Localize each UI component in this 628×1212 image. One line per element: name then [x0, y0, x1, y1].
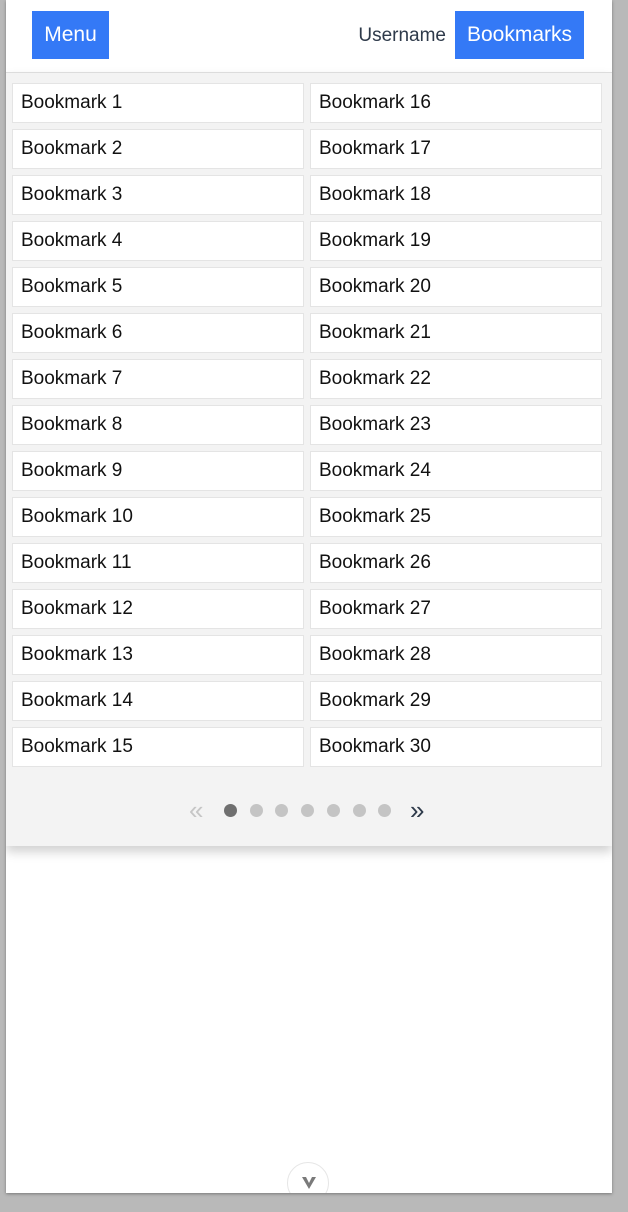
bookmark-item[interactable]: Bookmark 3 [12, 175, 304, 215]
pagination: « » [6, 795, 612, 825]
bookmark-item[interactable]: Bookmark 25 [310, 497, 602, 537]
bookmark-item[interactable]: Bookmark 19 [310, 221, 602, 261]
previous-page-arrow[interactable]: « [189, 795, 203, 825]
bookmark-item[interactable]: Bookmark 21 [310, 313, 602, 353]
bookmark-item[interactable]: Bookmark 23 [310, 405, 602, 445]
bookmark-item[interactable]: Bookmark 15 [12, 727, 304, 767]
top-bar: Menu Username Bookmarks [6, 0, 612, 72]
bookmark-item[interactable]: Bookmark 29 [310, 681, 602, 721]
page-dot[interactable] [224, 804, 237, 817]
app-screen: Menu Username Bookmarks Bookmark 1 Bookma… [6, 0, 612, 1193]
bookmark-item[interactable]: Bookmark 5 [12, 267, 304, 307]
bookmark-item[interactable]: Bookmark 10 [12, 497, 304, 537]
bookmark-item[interactable]: Bookmark 4 [12, 221, 304, 261]
menu-button[interactable]: Menu [32, 11, 109, 59]
page-dot[interactable] [249, 804, 263, 817]
bookmark-item[interactable]: Bookmark 24 [310, 451, 602, 491]
bookmark-item[interactable]: Bookmark 12 [12, 589, 304, 629]
page-dot[interactable] [275, 804, 289, 817]
scroll-down-tab[interactable] [287, 1162, 329, 1193]
bookmark-item[interactable]: Bookmark 6 [12, 313, 304, 353]
bookmark-item[interactable]: Bookmark 2 [12, 129, 304, 169]
bookmark-item[interactable]: Bookmark 7 [12, 359, 304, 399]
next-page-arrow[interactable]: » [410, 795, 424, 825]
bookmark-item[interactable]: Bookmark 26 [310, 543, 602, 583]
bookmark-item[interactable]: Bookmark 20 [310, 267, 602, 307]
page-dot[interactable] [378, 804, 392, 817]
page-dot[interactable] [301, 804, 315, 817]
page-dot[interactable] [326, 804, 340, 817]
bookmark-item[interactable]: Bookmark 17 [310, 129, 602, 169]
username-label[interactable]: Username [346, 24, 446, 48]
bookmark-item[interactable]: Bookmark 9 [12, 451, 304, 491]
bookmark-item[interactable]: Bookmark 16 [310, 83, 602, 123]
bookmarks-button[interactable]: Bookmarks [455, 11, 584, 59]
bookmark-item[interactable]: Bookmark 30 [310, 727, 602, 767]
bookmark-item[interactable]: Bookmark 14 [12, 681, 304, 721]
bookmark-item[interactable]: Bookmark 13 [12, 635, 304, 675]
bookmark-item[interactable]: Bookmark 27 [310, 589, 602, 629]
bookmarks-panel: Bookmark 1 Bookmark 2 Bookmark 3 Bookmark 4… [6, 72, 612, 846]
bookmark-item[interactable]: Bookmark 11 [12, 543, 304, 583]
page-dot[interactable] [352, 804, 366, 817]
bookmark-item[interactable]: Bookmark 1 [12, 83, 304, 123]
bookmark-item[interactable]: Bookmark 18 [310, 175, 602, 215]
bookmark-item[interactable]: Bookmark 8 [12, 405, 304, 445]
bookmark-item[interactable]: Bookmark 28 [310, 635, 602, 675]
bookmark-item[interactable]: Bookmark 22 [310, 359, 602, 399]
